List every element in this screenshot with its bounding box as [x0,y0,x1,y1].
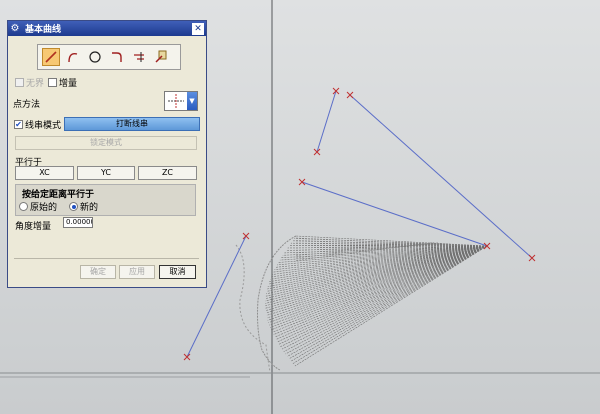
basic-curves-dialog: ⚙ 基本曲线 ✕ 无界 增量 点方法 ▼ ✔ 线串模式 打断线串 锁定模式 平行… [7,20,207,288]
mesh-line [266,245,488,314]
fillet-tool-button[interactable] [108,48,126,66]
new-label: 新的 [80,203,99,213]
lock-mode-button[interactable]: 锁定模式 [15,136,197,150]
original-radio[interactable] [19,202,28,211]
trim-icon [134,52,144,62]
point-method-row: 点方法 [13,97,40,110]
line-tool-button[interactable] [42,48,60,66]
mesh-line [265,245,488,299]
xc-button[interactable]: XC [15,166,74,180]
mesh-line [266,245,488,295]
original-label: 原始的 [30,203,58,213]
line-segment-4[interactable] [301,181,488,247]
dialog-title-bar[interactable]: ⚙ 基本曲线 ✕ [8,21,206,36]
mesh-line [267,245,488,321]
circle-tool-button[interactable] [86,48,104,66]
mesh-line [295,235,488,247]
mesh-line [285,245,488,355]
cancel-button[interactable]: 取消 [159,265,196,279]
chain-mode-checkbox[interactable]: ✔ [14,120,23,129]
point-method-select[interactable]: ▼ [164,91,198,111]
line-icon [45,51,57,63]
gear-icon[interactable]: ⚙ [8,23,22,34]
trim-tool-button[interactable] [130,48,148,66]
radio-selected-dot [71,204,76,209]
break-chain-button[interactable]: 打断线串 [64,117,200,131]
options-row: 无界 增量 [15,76,77,89]
mesh-line [280,245,488,347]
infinite-label: 无界 [26,79,45,89]
endpoint-markers [183,87,536,361]
mesh-hatch [295,244,459,246]
infinite-checkbox[interactable] [15,78,24,87]
curve-type-toolbar [37,44,181,70]
arc-icon [68,52,78,63]
zc-button[interactable]: ZC [138,166,197,180]
mesh-line [274,245,488,338]
edit-curve-parameters-icon [155,50,167,63]
new-radio[interactable] [69,202,79,211]
fillet-icon [112,52,122,62]
dialog-title: 基本曲线 [25,25,62,35]
radio-row: 原始的 新的 [19,200,98,213]
arc-tool-button[interactable] [64,48,82,66]
group-title: 按给定距离平行于 [22,190,95,200]
mesh-outline-outer [235,244,271,373]
angle-increment-label: 角度增量 [15,222,52,232]
circle-icon [89,51,101,63]
chain-mode-label: 线串模式 [25,121,62,131]
mesh-line [265,245,488,302]
mesh-line [271,245,488,278]
close-icon[interactable]: ✕ [192,22,204,35]
increment-label: 增量 [59,79,78,89]
angle-increment-row: 角度增量 [15,219,51,232]
mesh-line [292,245,488,364]
ok-button[interactable]: 确定 [80,265,116,279]
angle-increment-input[interactable]: 0.00000 [63,217,93,228]
edit-parameters-tool-button[interactable] [152,48,170,66]
point-crosshair-icon [168,94,184,108]
chevron-down-icon[interactable]: ▼ [187,92,197,110]
chain-mode-row: ✔ 线串模式 [14,118,61,131]
yc-button[interactable]: YC [77,166,135,180]
distance-parallel-group: 按给定距离平行于 原始的 新的 [15,184,196,216]
mesh-fan [265,235,488,367]
separator [14,258,199,259]
increment-checkbox[interactable] [48,78,58,87]
line-segment-2[interactable] [316,90,337,153]
apply-button[interactable]: 应用 [119,265,155,279]
line-segment-3[interactable] [349,94,533,259]
point-method-label: 点方法 [13,100,41,110]
